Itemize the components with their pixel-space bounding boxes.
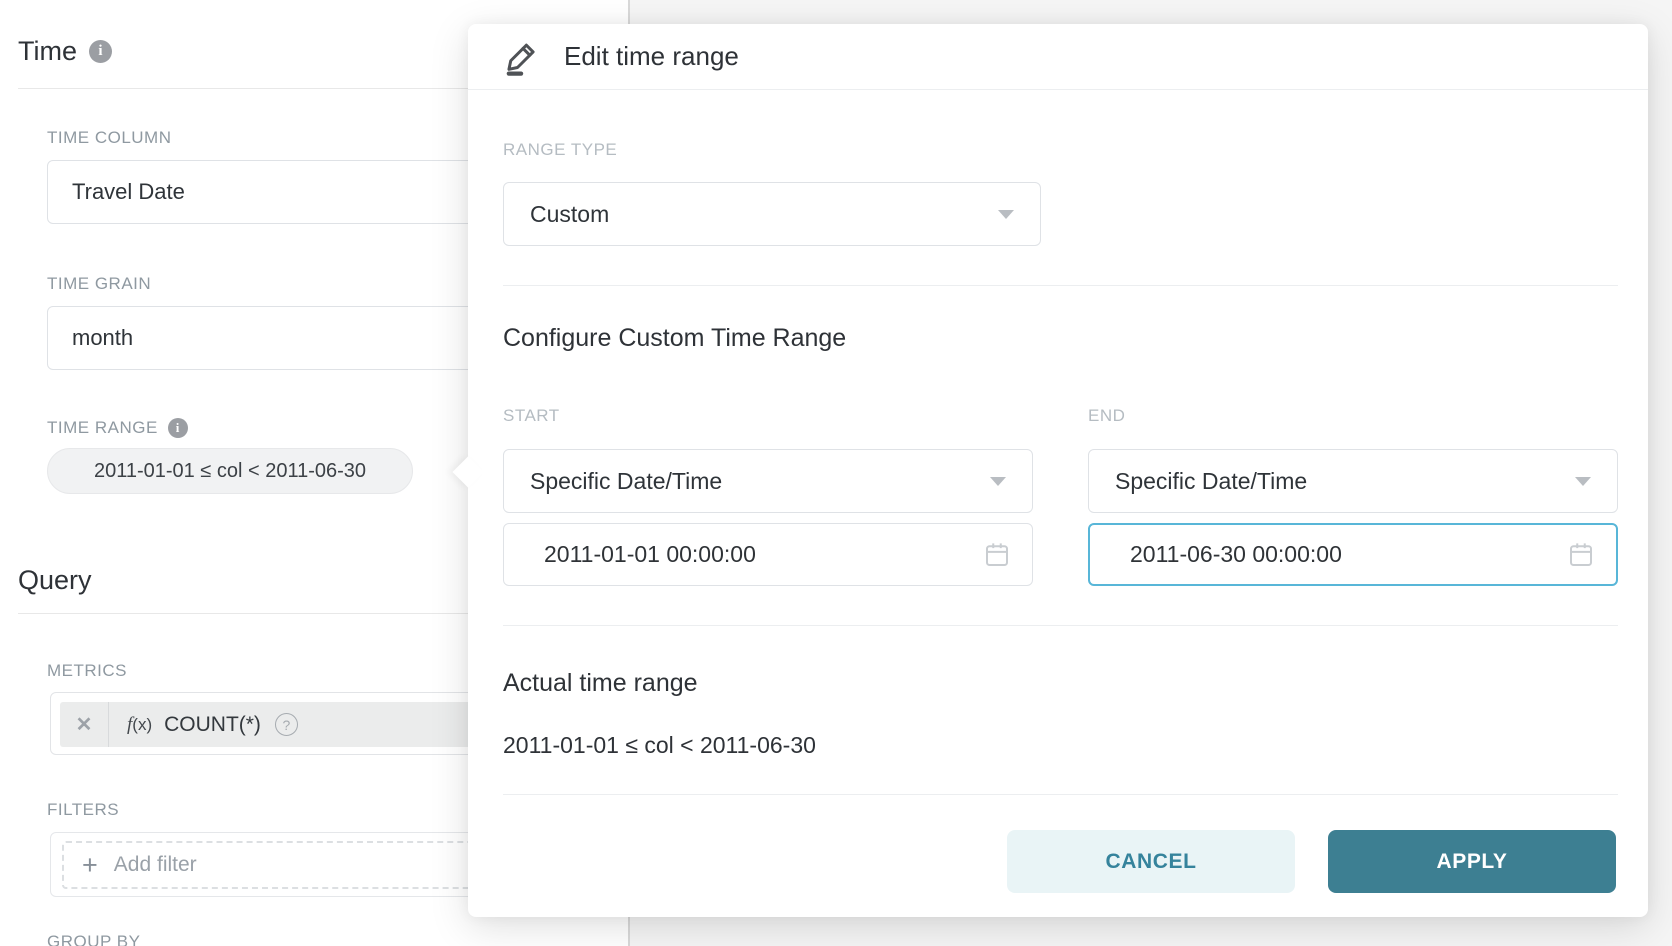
filters-label: FILTERS	[47, 800, 119, 820]
calendar-icon	[1566, 539, 1596, 571]
start-type-select[interactable]: Specific Date/Time	[503, 449, 1033, 513]
help-icon: ?	[275, 713, 298, 736]
range-type-select[interactable]: Custom	[503, 182, 1041, 246]
start-datetime-input[interactable]	[544, 524, 964, 585]
edit-time-range-popover: Edit time range RANGE TYPE Custom Config…	[468, 24, 1648, 917]
query-section-title: Query	[18, 565, 92, 596]
time-grain-value: month	[72, 325, 133, 351]
remove-metric-icon[interactable]: ✕	[60, 712, 108, 737]
fx-args: (x)	[132, 715, 152, 734]
configure-heading: Configure Custom Time Range	[503, 324, 846, 353]
popover-header: Edit time range	[468, 24, 1648, 90]
actual-time-range-heading: Actual time range	[503, 669, 698, 698]
actual-time-range-value: 2011-01-01 ≤ col < 2011-06-30	[503, 732, 816, 759]
info-icon: i	[168, 418, 188, 438]
time-grain-label: TIME GRAIN	[47, 274, 151, 294]
time-section-label: Time	[18, 36, 77, 67]
calendar-icon	[982, 539, 1012, 571]
metric-name: COUNT(*)	[164, 713, 261, 737]
end-label: END	[1088, 406, 1125, 426]
start-type-value: Specific Date/Time	[530, 468, 722, 495]
edit-pencil-icon	[504, 38, 540, 76]
time-range-label: TIME RANGE	[47, 418, 158, 438]
end-type-select[interactable]: Specific Date/Time	[1088, 449, 1618, 513]
range-type-label: RANGE TYPE	[503, 140, 617, 160]
chevron-down-icon	[998, 210, 1014, 219]
plus-icon: +	[82, 852, 98, 879]
end-type-value: Specific Date/Time	[1115, 468, 1307, 495]
time-range-pill[interactable]: 2011-01-01 ≤ col < 2011-06-30	[47, 448, 413, 494]
cancel-button[interactable]: CANCEL	[1007, 830, 1295, 893]
time-column-value: Travel Date	[72, 179, 185, 205]
end-datetime-box	[1088, 523, 1618, 586]
query-section-label: Query	[18, 565, 92, 596]
time-section-title: Time i	[18, 36, 112, 67]
start-label: START	[503, 406, 560, 426]
modal-divider	[503, 625, 1618, 626]
group-by-label: GROUP BY	[47, 932, 140, 946]
modal-divider	[503, 794, 1618, 795]
popover-title: Edit time range	[564, 41, 739, 72]
chevron-down-icon	[1575, 477, 1591, 486]
end-datetime-input[interactable]	[1130, 525, 1550, 584]
start-datetime-box	[503, 523, 1033, 586]
time-range-value: 2011-01-01 ≤ col < 2011-06-30	[94, 460, 366, 483]
apply-button[interactable]: APPLY	[1328, 830, 1616, 893]
modal-divider	[503, 285, 1618, 286]
time-column-label: TIME COLUMN	[47, 128, 172, 148]
chevron-down-icon	[990, 477, 1006, 486]
chip-separator	[108, 702, 109, 747]
info-icon: i	[89, 40, 112, 63]
superset-explore-page: Time i TIME COLUMN Travel Date TIME GRAI…	[0, 0, 1672, 946]
function-icon: f(x)	[127, 714, 152, 736]
metrics-label: METRICS	[47, 661, 127, 681]
range-type-value: Custom	[530, 201, 609, 228]
add-filter-label: Add filter	[114, 853, 197, 877]
time-range-label-row: TIME RANGE i	[47, 418, 188, 438]
